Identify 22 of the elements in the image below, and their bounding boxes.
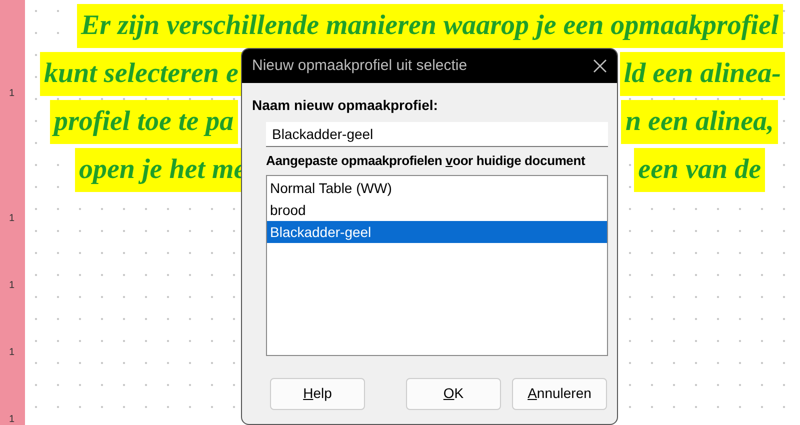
line-number: 1: [9, 279, 15, 293]
highlighted-text: ld een alinea-: [620, 52, 785, 96]
line-number: 1: [9, 413, 15, 425]
help-button[interactable]: Help: [270, 378, 365, 410]
highlighted-text: een van de: [634, 148, 765, 192]
ok-button[interactable]: OK: [406, 378, 501, 410]
list-label: Aangepaste opmaakprofielen voor huidige document: [266, 152, 586, 170]
highlighted-text: kunt selecteren e: [40, 52, 242, 96]
list-item[interactable]: brood: [267, 198, 607, 220]
field-label: Naam nieuw opmaakprofiel:: [252, 96, 439, 115]
highlighted-text: Er zijn verschillende manieren waarop je een opmaakprofiel: [77, 4, 783, 48]
cancel-button[interactable]: Annuleren: [512, 378, 607, 410]
highlighted-text: n een alinea,: [621, 100, 778, 144]
line-number: 1: [9, 346, 15, 360]
close-icon[interactable]: [593, 59, 607, 73]
line-number: 1: [9, 212, 15, 226]
list-item[interactable]: Normal Table (WW): [267, 176, 607, 198]
window-title: Nieuw opmaakprofiel uit selectie: [252, 56, 468, 76]
line-number: 1: [9, 87, 15, 101]
list-item[interactable]: Blackadder-geel: [267, 220, 607, 242]
input-field[interactable]: Blackadder-geel: [266, 122, 608, 147]
highlighted-text: profiel toe te pa: [50, 100, 238, 144]
